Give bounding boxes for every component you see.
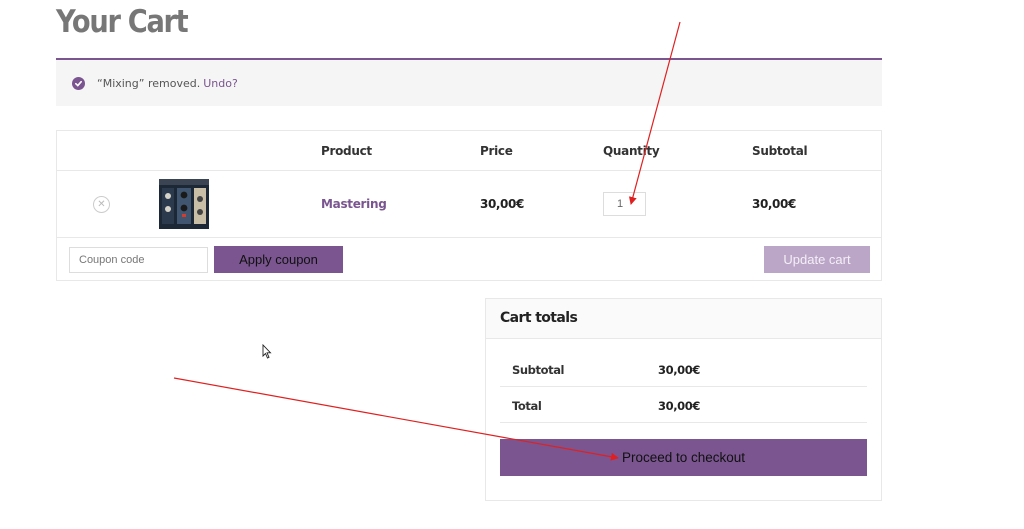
totals-value: 30,00€	[658, 399, 700, 413]
cart-actions-row: Apply coupon Update cart	[57, 238, 881, 282]
notice-message: “Mixing” removed.	[97, 76, 201, 90]
cart-totals-header: Cart totals	[486, 299, 881, 339]
cart-table-header: Product Price Quantity Subtotal	[57, 131, 881, 171]
totals-label: Subtotal	[512, 363, 565, 377]
totals-value: 30,00€	[658, 363, 700, 377]
mouse-cursor-icon	[262, 343, 272, 359]
cart-table: Product Price Quantity Subtotal ✕ Master…	[56, 130, 882, 281]
page-title: Your Cart	[56, 4, 189, 40]
product-subtotal: 30,00€	[752, 197, 796, 211]
product-name-link[interactable]: Mastering	[321, 197, 387, 211]
column-header-product: Product	[321, 144, 372, 158]
cart-item-row: ✕ Mastering 30,00€ 30,00€	[57, 171, 881, 238]
update-cart-button[interactable]: Update cart	[764, 246, 870, 273]
proceed-to-checkout-button[interactable]: Proceed to checkout	[500, 439, 867, 476]
cart-totals-title: Cart totals	[500, 310, 578, 326]
apply-coupon-button[interactable]: Apply coupon	[214, 246, 343, 273]
coupon-code-input[interactable]	[69, 247, 208, 273]
remove-x-icon[interactable]: ✕	[93, 196, 110, 213]
quantity-input[interactable]	[603, 192, 646, 216]
removed-notice: “Mixing” removed. Undo?	[56, 58, 882, 106]
undo-link[interactable]: Undo?	[203, 77, 238, 90]
cart-totals-panel: Cart totals Subtotal 30,00€ Total 30,00€…	[485, 298, 882, 501]
column-header-quantity: Quantity	[603, 144, 660, 158]
product-thumbnail[interactable]	[159, 179, 209, 229]
totals-row-subtotal: Subtotal 30,00€	[500, 351, 867, 387]
column-header-subtotal: Subtotal	[752, 144, 808, 158]
product-price: 30,00€	[480, 197, 524, 211]
totals-label: Total	[512, 399, 542, 413]
totals-row-total: Total 30,00€	[500, 387, 867, 423]
column-header-price: Price	[480, 144, 513, 158]
check-circle-icon	[72, 76, 85, 90]
